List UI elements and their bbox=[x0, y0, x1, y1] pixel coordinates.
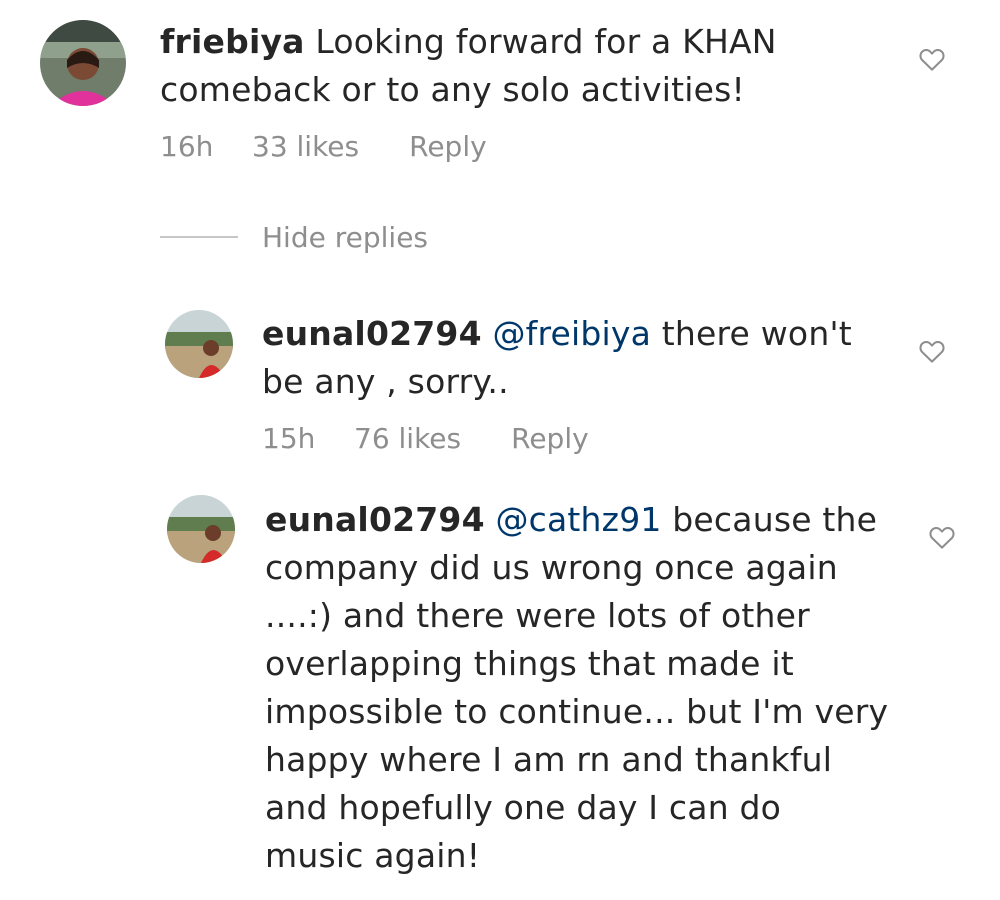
comment-text: friebiya Looking forward for a KHAN come… bbox=[160, 18, 860, 114]
comment-item: friebiya Looking forward for a KHAN come… bbox=[0, 0, 1000, 200]
reply-likes[interactable]: 76 likes bbox=[354, 422, 461, 455]
reply-time: 15h bbox=[262, 422, 316, 455]
reply-text: eunal02794 @freibiya there won't be any … bbox=[262, 310, 862, 406]
avatar[interactable] bbox=[165, 310, 233, 378]
mention-link[interactable]: @freibiya bbox=[482, 314, 651, 353]
reply-username[interactable]: eunal02794 bbox=[262, 314, 482, 353]
reply-item: eunal02794 @cathz91 because the company … bbox=[0, 490, 1000, 900]
avatar[interactable] bbox=[40, 20, 126, 106]
comment-time: 16h bbox=[160, 130, 214, 163]
comment-meta: 16h 33 likes Reply bbox=[160, 130, 487, 163]
reply-item: eunal02794 @freibiya there won't be any … bbox=[0, 300, 1000, 480]
heart-icon[interactable] bbox=[927, 522, 957, 552]
reply-text: eunal02794 @cathz91 because the company … bbox=[265, 496, 890, 880]
heart-icon[interactable] bbox=[917, 44, 947, 74]
hide-replies-toggle[interactable]: Hide replies bbox=[160, 215, 428, 259]
comment-username[interactable]: friebiya bbox=[160, 22, 305, 61]
heart-icon[interactable] bbox=[917, 336, 947, 366]
reply-meta: 15h 76 likes Reply bbox=[262, 422, 589, 455]
reply-body: because the company did us wrong once ag… bbox=[265, 500, 889, 875]
reply-button[interactable]: Reply bbox=[409, 130, 487, 163]
comment-likes[interactable]: 33 likes bbox=[252, 130, 359, 163]
divider bbox=[160, 236, 238, 238]
mention-link[interactable]: @cathz91 bbox=[485, 500, 662, 539]
reply-username[interactable]: eunal02794 bbox=[265, 500, 485, 539]
avatar[interactable] bbox=[167, 495, 235, 563]
hide-replies-label[interactable]: Hide replies bbox=[262, 221, 428, 254]
reply-button[interactable]: Reply bbox=[511, 422, 589, 455]
